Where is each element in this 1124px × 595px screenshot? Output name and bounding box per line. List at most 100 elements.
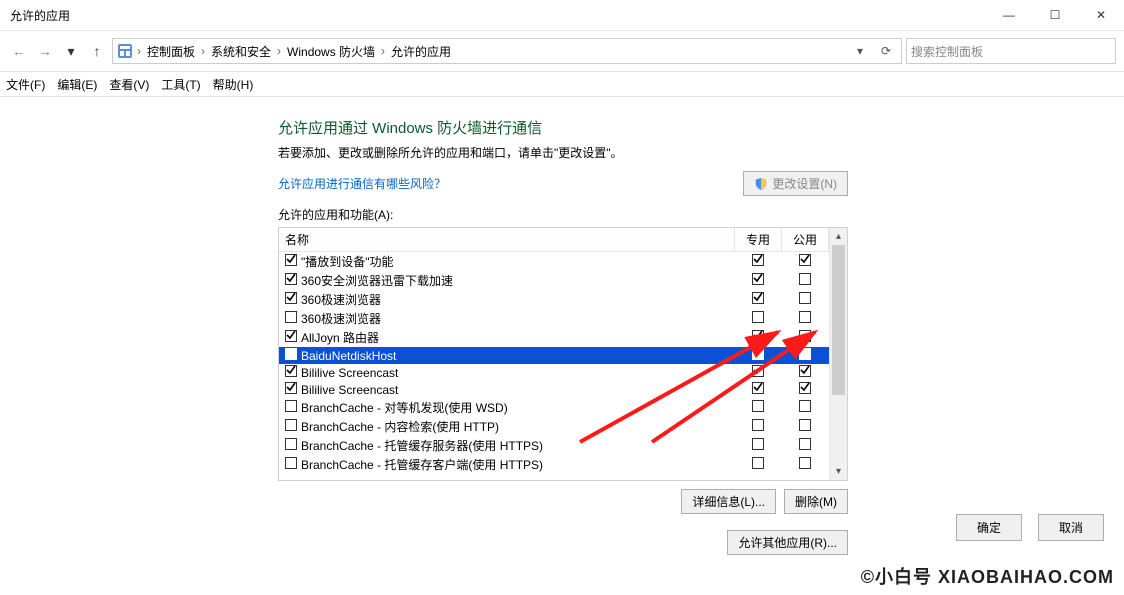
table-row[interactable]: BranchCache - 对等机发现(使用 WSD) [279, 398, 829, 417]
row-private-checkbox[interactable] [752, 401, 764, 415]
back-button[interactable]: ← [8, 40, 30, 62]
row-public-checkbox[interactable] [799, 349, 811, 363]
row-private-checkbox[interactable] [752, 439, 764, 453]
window-title: 允许的应用 [0, 7, 70, 24]
row-private-checkbox[interactable] [752, 383, 764, 397]
table-row[interactable]: 360极速浏览器 [279, 309, 829, 328]
search-input[interactable]: 搜索控制面板 [906, 38, 1116, 64]
table-row[interactable]: Bililive Screencast [279, 381, 829, 398]
row-enable-checkbox[interactable] [285, 438, 297, 453]
search-placeholder: 搜索控制面板 [911, 43, 983, 60]
refresh-button[interactable]: ⟳ [875, 44, 897, 58]
address-bar: ← → ▾ ↑ › 控制面板 › 系统和安全 › Windows 防火墙 › 允… [0, 31, 1124, 72]
nav-dropdown[interactable]: ▾ [60, 40, 82, 62]
row-public-checkbox[interactable] [799, 420, 811, 434]
row-name: BaiduNetdiskHost [301, 349, 396, 363]
address-dropdown[interactable]: ▾ [849, 44, 871, 58]
row-public-checkbox[interactable] [799, 383, 811, 397]
scroll-down-icon[interactable]: ▾ [830, 463, 847, 480]
row-public-checkbox[interactable] [799, 401, 811, 415]
close-button[interactable]: ✕ [1078, 0, 1124, 30]
allow-other-app-button[interactable]: 允许其他应用(R)... [727, 530, 848, 555]
maximize-button[interactable]: ☐ [1032, 0, 1078, 30]
row-enable-checkbox[interactable] [285, 330, 297, 345]
breadcrumb-seg[interactable]: Windows 防火墙 [283, 41, 379, 62]
table-row[interactable]: BranchCache - 内容检索(使用 HTTP) [279, 417, 829, 436]
chevron-right-icon: › [381, 44, 385, 58]
ok-button[interactable]: 确定 [956, 514, 1022, 541]
up-button[interactable]: ↑ [86, 40, 108, 62]
breadcrumb-seg[interactable]: 允许的应用 [387, 41, 455, 62]
control-panel-icon [117, 43, 133, 59]
forward-button[interactable]: → [34, 40, 56, 62]
row-enable-checkbox[interactable] [285, 382, 297, 397]
row-name: "播放到设备"功能 [301, 253, 394, 270]
scroll-up-icon[interactable]: ▴ [830, 228, 847, 245]
row-public-checkbox[interactable] [799, 312, 811, 326]
row-enable-checkbox[interactable] [285, 292, 297, 307]
row-enable-checkbox[interactable] [285, 348, 297, 363]
row-enable-checkbox[interactable] [285, 273, 297, 288]
row-private-checkbox[interactable] [752, 274, 764, 288]
chevron-right-icon: › [277, 44, 281, 58]
row-private-checkbox[interactable] [752, 293, 764, 307]
column-private[interactable]: 专用 [735, 228, 782, 252]
row-enable-checkbox[interactable] [285, 311, 297, 326]
table-row[interactable]: AllJoyn 路由器 [279, 328, 829, 347]
remove-button[interactable]: 删除(M) [784, 489, 848, 514]
menu-tools[interactable]: 工具(T) [161, 76, 200, 93]
row-public-checkbox[interactable] [799, 439, 811, 453]
row-public-checkbox[interactable] [799, 274, 811, 288]
row-enable-checkbox[interactable] [285, 457, 297, 472]
row-private-checkbox[interactable] [752, 458, 764, 472]
table-row[interactable]: 360安全浏览器迅雷下载加速 [279, 271, 829, 290]
row-public-checkbox[interactable] [799, 458, 811, 472]
row-public-checkbox[interactable] [799, 293, 811, 307]
table-row[interactable]: BaiduNetdiskHost [279, 347, 829, 364]
chevron-right-icon: › [201, 44, 205, 58]
scrollbar[interactable]: ▴ ▾ [829, 228, 847, 480]
row-name: Bililive Screencast [301, 383, 398, 397]
row-private-checkbox[interactable] [752, 312, 764, 326]
column-name[interactable]: 名称 [279, 228, 735, 252]
details-button[interactable]: 详细信息(L)... [681, 489, 776, 514]
menubar: 文件(F) 编辑(E) 查看(V) 工具(T) 帮助(H) [0, 72, 1124, 97]
breadcrumb-seg[interactable]: 系统和安全 [207, 41, 275, 62]
menu-help[interactable]: 帮助(H) [213, 76, 254, 93]
row-enable-checkbox[interactable] [285, 365, 297, 380]
menu-file[interactable]: 文件(F) [6, 76, 45, 93]
table-row[interactable]: 360极速浏览器 [279, 290, 829, 309]
risk-link[interactable]: 允许应用进行通信有哪些风险？ [278, 175, 446, 192]
row-public-checkbox[interactable] [799, 366, 811, 380]
breadcrumb[interactable]: › 控制面板 › 系统和安全 › Windows 防火墙 › 允许的应用 ▾ ⟳ [112, 38, 902, 64]
menu-view[interactable]: 查看(V) [109, 76, 149, 93]
row-private-checkbox[interactable] [752, 331, 764, 345]
row-name: BranchCache - 托管缓存服务器(使用 HTTPS) [301, 437, 543, 454]
column-public[interactable]: 公用 [782, 228, 829, 252]
table-row[interactable]: Bililive Screencast [279, 364, 829, 381]
breadcrumb-seg[interactable]: 控制面板 [143, 41, 199, 62]
row-public-checkbox[interactable] [799, 331, 811, 345]
scroll-thumb[interactable] [832, 245, 845, 395]
row-name: BranchCache - 对等机发现(使用 WSD) [301, 399, 508, 416]
change-settings-button[interactable]: 更改设置(N) [743, 171, 848, 196]
allowed-apps-table: 名称 专用 公用 "播放到设备"功能360安全浏览器迅雷下载加速360极速浏览器… [278, 227, 848, 481]
row-name: AllJoyn 路由器 [301, 329, 379, 346]
row-private-checkbox[interactable] [752, 255, 764, 269]
cancel-button[interactable]: 取消 [1038, 514, 1104, 541]
row-private-checkbox[interactable] [752, 420, 764, 434]
table-row[interactable]: "播放到设备"功能 [279, 252, 829, 272]
menu-edit[interactable]: 编辑(E) [57, 76, 97, 93]
row-private-checkbox[interactable] [752, 366, 764, 380]
minimize-button[interactable]: — [986, 0, 1032, 30]
row-private-checkbox[interactable] [752, 349, 764, 363]
table-header-row: 名称 专用 公用 [279, 228, 829, 252]
table-row[interactable]: BranchCache - 托管缓存客户端(使用 HTTPS) [279, 455, 829, 474]
row-enable-checkbox[interactable] [285, 400, 297, 415]
table-row[interactable]: BranchCache - 托管缓存服务器(使用 HTTPS) [279, 436, 829, 455]
row-enable-checkbox[interactable] [285, 419, 297, 434]
row-public-checkbox[interactable] [799, 255, 811, 269]
scroll-track[interactable] [830, 245, 847, 463]
page-heading: 允许应用通过 Windows 防火墙进行通信 [278, 117, 848, 138]
row-enable-checkbox[interactable] [285, 254, 297, 269]
